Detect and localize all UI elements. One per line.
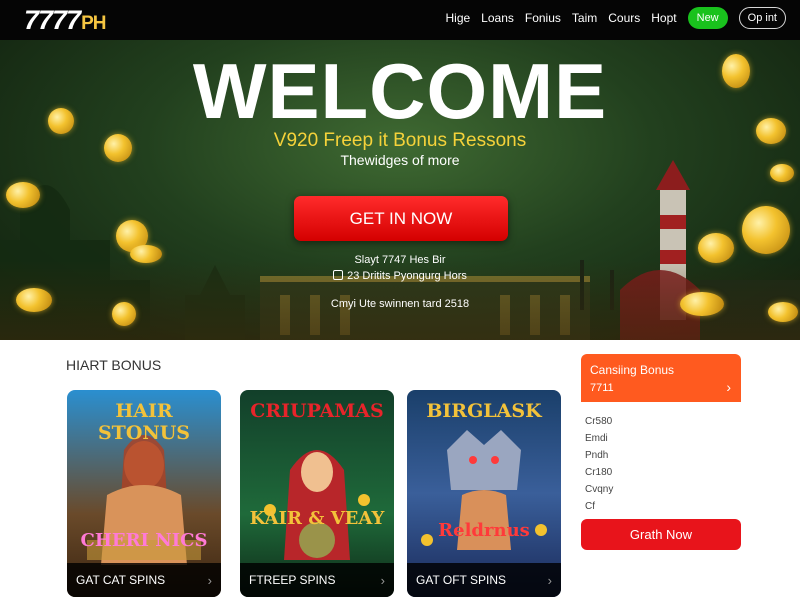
hero-tagline: Thewidges of more xyxy=(340,152,460,168)
nav-link-fonius[interactable]: Fonius xyxy=(525,11,561,25)
grab-now-button[interactable]: Grath Now xyxy=(581,519,741,550)
card-label: FTREEP SPINS xyxy=(249,573,336,587)
main-nav: Hige Loans Fonius Taim Cours Hopt New Op… xyxy=(445,7,786,29)
nav-link-cours[interactable]: Cours xyxy=(608,11,640,25)
list-item: Cr180 xyxy=(585,467,613,478)
hero-subtitle: V920 Freep it Bonus Ressons xyxy=(273,130,527,151)
section-title: HIART BONUS xyxy=(66,357,162,373)
side-panel-title: Cansiing Bonus xyxy=(590,363,675,377)
new-button[interactable]: New xyxy=(687,7,728,29)
list-item: Cr580 xyxy=(585,416,613,427)
card-title: BIRGLASK xyxy=(426,400,542,422)
card-footer: FTREEP SPINS › xyxy=(240,563,394,597)
card-subtitle: KAIR & VEAY xyxy=(249,508,385,529)
card-title: CRIUPAMAS xyxy=(250,400,384,422)
card-footer: GAT OFT SPINS › xyxy=(407,563,561,597)
chevron-right-icon: › xyxy=(207,572,212,588)
coin-icon xyxy=(742,206,790,254)
list-item: Cf xyxy=(585,501,595,512)
get-in-now-button[interactable]: GET IN NOW xyxy=(294,196,508,241)
hero-title: WELCOME xyxy=(192,47,608,135)
nav-link-loans[interactable]: Loans xyxy=(481,11,514,25)
hero-info-line-2: 23 Dritits Pyongurg Hors xyxy=(0,270,800,282)
card-label: GAT CAT SPINS xyxy=(76,573,166,587)
card-subtitle: CHERI NICS xyxy=(80,530,208,551)
site-logo[interactable]: 7777PH xyxy=(24,5,107,36)
card-subtitle: Reldrnus xyxy=(438,520,530,541)
login-button[interactable]: Op int xyxy=(738,7,786,29)
list-item: Pndh xyxy=(585,450,609,461)
bonus-card[interactable]: CRIUPAMAS KAIR & VEAY FTREEP SPINS › xyxy=(240,390,394,597)
chevron-right-icon: › xyxy=(726,379,731,395)
hero-info-line-3: Cmyi Ute swinnen tard 2518 xyxy=(330,298,470,310)
card-label: GAT OFT SPINS xyxy=(416,573,507,587)
hero-info-line-2-text: 23 Dritits Pyongurg Hors xyxy=(347,270,467,282)
card-footer: GAT CAT SPINS › xyxy=(67,563,221,597)
list-item: Emdi xyxy=(585,433,608,444)
side-panel-amount: 7711 xyxy=(590,382,614,394)
bonus-card[interactable]: HAIR STONUS CHERI NICS GAT CAT SPINS › xyxy=(67,390,221,597)
side-panel-list: Cr580 Emdi Pndh Cr180 Cvqny Cf xyxy=(585,413,613,515)
logo-suffix: PH xyxy=(81,13,106,34)
nav-link-taim[interactable]: Taim xyxy=(572,11,597,25)
nav-link-hopt[interactable]: Hopt xyxy=(651,11,676,25)
bonus-card[interactable]: BIRGLASK Reldrnus GAT OFT SPINS › xyxy=(407,390,561,597)
bonus-side-panel-header[interactable]: Cansiing Bonus 7711 › xyxy=(581,354,741,402)
top-bar: 7777PH Hige Loans Fonius Taim Cours Hopt… xyxy=(0,0,800,40)
logo-main: 7777 xyxy=(24,5,81,35)
card-title: HAIR STONUS xyxy=(97,400,191,444)
chevron-right-icon: › xyxy=(547,572,552,588)
hero-banner: WELCOME V920 Freep it Bonus Ressons Thew… xyxy=(0,40,800,340)
coin-icon xyxy=(6,182,40,208)
hero-info-line-1: Slayt 7747 Hes Bir xyxy=(354,254,446,266)
checkbox-icon[interactable] xyxy=(333,270,344,280)
nav-link-hige[interactable]: Hige xyxy=(445,11,470,25)
chevron-right-icon: › xyxy=(380,572,385,588)
list-item: Cvqny xyxy=(585,484,614,495)
